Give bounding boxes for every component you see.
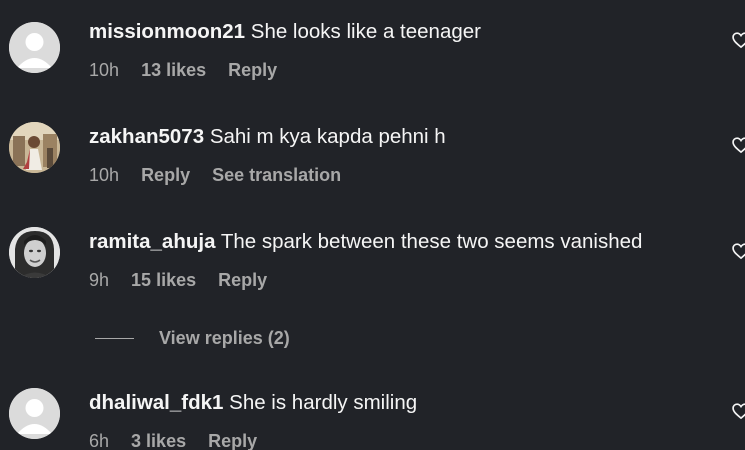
reply-button[interactable]: Reply — [141, 165, 190, 185]
comment-username[interactable]: ramita_ahuja — [89, 230, 215, 253]
comment-time[interactable]: 6h — [89, 431, 109, 450]
comment-text: She looks like a teenager — [250, 20, 481, 43]
heart-icon[interactable] — [731, 30, 745, 50]
heart-icon[interactable] — [731, 241, 745, 261]
comment-text: She is hardly smiling — [229, 391, 418, 414]
heart-icon[interactable] — [731, 135, 745, 155]
see-translation-button[interactable]: See translation — [212, 165, 341, 185]
default-avatar-icon[interactable] — [9, 388, 60, 439]
user-avatar-photo[interactable] — [9, 122, 60, 173]
user-avatar-photo[interactable] — [9, 227, 60, 278]
reply-button[interactable]: Reply — [228, 60, 277, 80]
comment-username[interactable]: zakhan5073 — [89, 125, 204, 148]
likes-count[interactable]: 3 likes — [131, 431, 186, 450]
likes-count[interactable]: 13 likes — [141, 60, 206, 80]
view-replies-label[interactable]: View replies (2) — [159, 328, 290, 349]
reply-button[interactable]: Reply — [218, 270, 267, 290]
comment-thread: missionmoon21 She looks like a teenager … — [0, 0, 745, 450]
reply-button[interactable]: Reply — [208, 431, 257, 450]
comment-text: The spark between these two seems vanish… — [220, 230, 643, 253]
view-replies-button[interactable]: View replies (2) — [95, 326, 290, 350]
heart-icon[interactable] — [731, 401, 745, 421]
comment-time[interactable]: 9h — [89, 270, 109, 290]
comment-username[interactable]: missionmoon21 — [89, 20, 245, 43]
default-avatar-icon[interactable] — [9, 22, 60, 73]
comment-time[interactable]: 10h — [89, 165, 119, 185]
likes-count[interactable]: 15 likes — [131, 270, 196, 290]
comment-time[interactable]: 10h — [89, 60, 119, 80]
comment-text: Sahi m kya kapda pehni h — [209, 125, 446, 148]
replies-divider-line — [95, 337, 134, 339]
comment-username[interactable]: dhaliwal_fdk1 — [89, 391, 223, 414]
